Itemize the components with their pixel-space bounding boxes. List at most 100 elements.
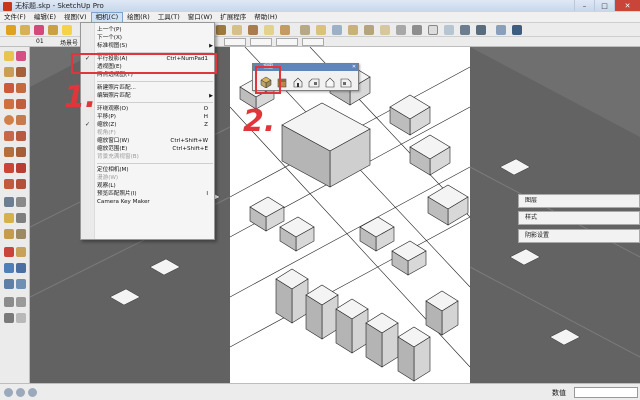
paint-bucket-icon[interactable] xyxy=(48,25,58,35)
freehand-icon[interactable] xyxy=(16,83,26,93)
position-camera-icon[interactable] xyxy=(4,297,14,307)
section-plane-icon[interactable] xyxy=(348,25,358,35)
menu-item-look-around[interactable]: 观察(L) xyxy=(81,182,216,190)
menu-tools[interactable]: 工具(T) xyxy=(154,12,184,23)
menu-item-next[interactable]: 下一个(X) xyxy=(81,34,216,42)
3d-text-icon[interactable] xyxy=(300,25,310,35)
menu-extensions[interactable]: 扩展程序 xyxy=(216,12,250,23)
views-toolbar-close-button[interactable]: ✕ xyxy=(351,64,357,70)
orbit-icon[interactable] xyxy=(62,25,72,35)
rectangle-icon[interactable] xyxy=(4,99,14,109)
walk-icon[interactable] xyxy=(16,297,26,307)
text-tool-icon[interactable] xyxy=(264,25,274,35)
xray-style-icon[interactable] xyxy=(396,25,406,35)
dimension-icon[interactable] xyxy=(16,197,26,207)
protractor-icon[interactable] xyxy=(248,25,258,35)
circle-icon[interactable] xyxy=(4,115,14,125)
zoom-window-icon[interactable] xyxy=(16,263,26,273)
polygon-icon[interactable] xyxy=(16,115,26,125)
pan-icon[interactable] xyxy=(16,247,26,257)
axes-icon[interactable] xyxy=(280,25,290,35)
textured-style-icon[interactable] xyxy=(460,25,470,35)
dimension-icon[interactable] xyxy=(232,25,242,35)
menu-item-zoom[interactable]: ✓ 缩放(Z) Z xyxy=(81,121,216,129)
component-icon[interactable] xyxy=(4,67,14,77)
menu-view[interactable]: 视图(V) xyxy=(60,12,91,23)
menu-item-orbit[interactable]: 环绕观察(O) O xyxy=(81,105,216,113)
measurements-input[interactable] xyxy=(574,387,638,398)
axes-icon[interactable] xyxy=(4,229,14,239)
menu-help[interactable]: 帮助(H) xyxy=(250,12,281,23)
right-view-icon[interactable] xyxy=(308,76,320,88)
scene-tab[interactable]: 场景号 xyxy=(60,38,78,47)
top-view-icon[interactable] xyxy=(512,25,522,35)
section-plane-icon[interactable] xyxy=(16,313,26,323)
tray-styles[interactable]: 样式 xyxy=(518,211,640,225)
zoom-icon[interactable] xyxy=(4,263,14,273)
back-view-icon[interactable] xyxy=(324,76,336,88)
make-component-icon[interactable] xyxy=(20,25,30,35)
rotate-icon[interactable] xyxy=(16,163,26,173)
eraser-icon[interactable] xyxy=(16,51,26,61)
menu-camera[interactable]: 相机(C) xyxy=(90,11,124,23)
orbit-icon[interactable] xyxy=(4,247,14,257)
tray-layers[interactable]: 图层 xyxy=(518,194,640,208)
minimize-button[interactable]: – xyxy=(574,0,594,11)
text-icon[interactable] xyxy=(16,213,26,223)
menu-item-standard-views[interactable]: 标准视图(S) ▶ xyxy=(81,42,216,50)
tape-measure-icon[interactable] xyxy=(216,25,226,35)
menu-item-preview-match-photo[interactable]: 预览匹配照片(I) I xyxy=(81,190,216,198)
iso-view-icon[interactable] xyxy=(496,25,506,35)
front-view-icon[interactable] xyxy=(292,76,304,88)
move-icon[interactable] xyxy=(4,163,14,173)
line-icon[interactable] xyxy=(4,83,14,93)
offset-icon[interactable] xyxy=(16,179,26,189)
eraser-icon[interactable] xyxy=(34,25,44,35)
select-icon[interactable] xyxy=(4,51,14,61)
menu-file[interactable]: 文件(F) xyxy=(0,12,30,23)
menu-item-zoom-window[interactable]: 缩放窗口(W) Ctrl+Shift+W xyxy=(81,137,216,145)
menu-edit[interactable]: 编辑(E) xyxy=(30,12,60,23)
arc-icon[interactable] xyxy=(4,131,14,141)
menu-item-previous[interactable]: 上一个(P) xyxy=(81,26,216,34)
scene-tab-blank[interactable] xyxy=(302,38,324,46)
geo-location-icon[interactable] xyxy=(4,388,13,397)
menu-item-new-match-photo[interactable]: 新建照片匹配... xyxy=(81,84,216,92)
user-icon[interactable] xyxy=(28,388,37,397)
position-camera-icon[interactable] xyxy=(364,25,374,35)
tape-measure-icon[interactable] xyxy=(4,197,14,207)
hidden-line-style-icon[interactable] xyxy=(428,25,438,35)
push-pull-icon[interactable] xyxy=(4,147,14,157)
sandbox-icon[interactable] xyxy=(380,25,390,35)
menu-item-position-camera[interactable]: 定位相机(M) xyxy=(81,166,216,174)
menu-item-camera-key-maker[interactable]: Camera Key Maker xyxy=(81,198,216,206)
look-around-icon[interactable] xyxy=(332,25,342,35)
pencil-icon[interactable] xyxy=(16,67,26,77)
protractor-icon[interactable] xyxy=(4,213,14,223)
menu-window[interactable]: 窗口(W) xyxy=(184,12,217,23)
scene-tab-blank[interactable] xyxy=(224,38,246,46)
tray-shadows[interactable]: 阴影设置 xyxy=(518,229,640,243)
left-view-icon[interactable] xyxy=(340,76,352,88)
scene-tab-blank[interactable] xyxy=(276,38,298,46)
wireframe-style-icon[interactable] xyxy=(412,25,422,35)
previous-view-icon[interactable] xyxy=(16,279,26,289)
walk-icon[interactable] xyxy=(316,25,326,35)
select-tool-icon[interactable] xyxy=(6,25,16,35)
3d-text-icon[interactable] xyxy=(16,229,26,239)
shaded-style-icon[interactable] xyxy=(444,25,454,35)
credits-icon[interactable] xyxy=(16,388,25,397)
follow-me-icon[interactable] xyxy=(16,147,26,157)
rotated-rectangle-icon[interactable] xyxy=(16,99,26,109)
close-button[interactable]: ✕ xyxy=(614,0,640,11)
monochrome-style-icon[interactable] xyxy=(476,25,486,35)
pie-icon[interactable] xyxy=(16,131,26,141)
look-around-icon[interactable] xyxy=(4,313,14,323)
menu-item-edit-match-photo[interactable]: 编辑照片匹配 ▶ xyxy=(81,92,216,100)
zoom-extents-icon[interactable] xyxy=(4,279,14,289)
menu-item-pan[interactable]: 平移(P) H xyxy=(81,113,216,121)
maximize-button[interactable]: □ xyxy=(594,0,614,11)
menu-item-zoom-extents[interactable]: 缩放范围(E) Ctrl+Shift+E xyxy=(81,145,216,153)
scale-icon[interactable] xyxy=(4,179,14,189)
menu-draw[interactable]: 绘图(R) xyxy=(123,12,154,23)
